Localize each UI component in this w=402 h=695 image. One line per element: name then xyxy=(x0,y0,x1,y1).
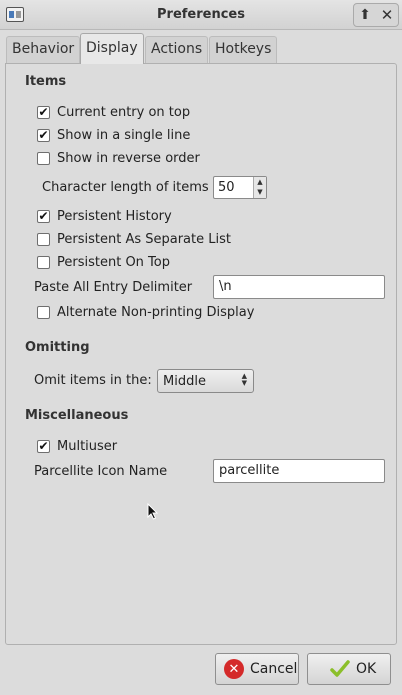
persistent-separate-checkbox[interactable] xyxy=(37,232,50,246)
multiuser-row[interactable]: ✔ Multiuser xyxy=(37,437,117,455)
multiuser-label: Multiuser xyxy=(57,438,118,454)
persistent-history-checkbox[interactable]: ✔ xyxy=(37,209,50,223)
show-single-line-row[interactable]: ✔ Show in a single line xyxy=(37,126,190,144)
current-entry-on-top-row[interactable]: ✔ Current entry on top xyxy=(37,103,190,121)
character-length-value[interactable]: 50 xyxy=(218,180,235,195)
omit-items-label: Omit items in the: xyxy=(34,373,152,388)
paste-delimiter-label: Paste All Entry Delimiter xyxy=(34,280,193,295)
check-icon xyxy=(330,659,350,679)
items-section-title: Items xyxy=(25,74,67,89)
icon-name-label: Parcellite Icon Name xyxy=(34,464,168,479)
persistent-history-label: Persistent History xyxy=(57,208,172,224)
window-controls: ⬆ ✕ xyxy=(353,3,399,27)
show-single-line-checkbox[interactable]: ✔ xyxy=(37,128,50,142)
spin-down-icon[interactable]: ▼ xyxy=(254,187,266,197)
persistent-separate-row[interactable]: Persistent As Separate List xyxy=(37,230,231,248)
spin-up-icon[interactable]: ▲ xyxy=(254,177,266,187)
tab-hotkeys[interactable]: Hotkeys xyxy=(209,36,278,63)
alternate-nonprinting-label: Alternate Non-printing Display xyxy=(57,304,255,320)
show-single-line-label: Show in a single line xyxy=(57,127,191,143)
alternate-nonprinting-checkbox[interactable] xyxy=(37,305,50,319)
character-length-spinner[interactable]: 50 ▲ ▼ xyxy=(213,176,267,199)
title-bar: Preferences ⬆ ✕ xyxy=(0,0,402,30)
persistent-history-row[interactable]: ✔ Persistent History xyxy=(37,207,172,225)
misc-section-title: Miscellaneous xyxy=(25,408,129,423)
show-reverse-order-checkbox[interactable] xyxy=(37,151,50,165)
show-reverse-order-row[interactable]: Show in reverse order xyxy=(37,149,200,167)
cancel-icon: ✕ xyxy=(224,659,244,679)
persistent-on-top-checkbox[interactable] xyxy=(37,255,50,269)
shade-up-icon[interactable]: ⬆ xyxy=(354,6,376,24)
mouse-pointer-icon xyxy=(147,503,159,520)
cancel-button[interactable]: ✕ Cancel xyxy=(215,653,299,685)
show-reverse-order-label: Show in reverse order xyxy=(57,150,200,166)
omitting-section-title: Omitting xyxy=(25,340,90,355)
alternate-nonprinting-row[interactable]: Alternate Non-printing Display xyxy=(37,303,254,321)
multiuser-checkbox[interactable]: ✔ xyxy=(37,439,50,453)
persistent-on-top-label: Persistent On Top xyxy=(57,254,170,270)
character-length-label: Character length of items xyxy=(42,180,209,195)
cancel-button-label: Cancel xyxy=(250,661,298,677)
paste-delimiter-input[interactable]: \n xyxy=(213,275,385,299)
combo-arrows-icon: ▲ ▼ xyxy=(241,372,247,387)
spinner-buttons: ▲ ▼ xyxy=(253,177,266,198)
ok-button[interactable]: OK xyxy=(307,653,391,685)
omit-items-value: Middle xyxy=(163,374,206,389)
icon-name-input[interactable]: parcellite xyxy=(213,459,385,483)
persistent-separate-label: Persistent As Separate List xyxy=(57,231,231,247)
current-entry-on-top-checkbox[interactable]: ✔ xyxy=(37,105,50,119)
tab-actions[interactable]: Actions xyxy=(145,36,209,63)
tab-display[interactable]: Display xyxy=(80,33,144,64)
persistent-on-top-row[interactable]: Persistent On Top xyxy=(37,253,170,271)
ok-button-label: OK xyxy=(356,661,377,677)
current-entry-on-top-label: Current entry on top xyxy=(57,104,191,120)
window-title: Preferences xyxy=(157,7,245,22)
tab-behavior[interactable]: Behavior xyxy=(6,36,81,63)
close-icon[interactable]: ✕ xyxy=(376,6,398,24)
omit-items-select[interactable]: Middle ▲ ▼ xyxy=(157,369,254,393)
